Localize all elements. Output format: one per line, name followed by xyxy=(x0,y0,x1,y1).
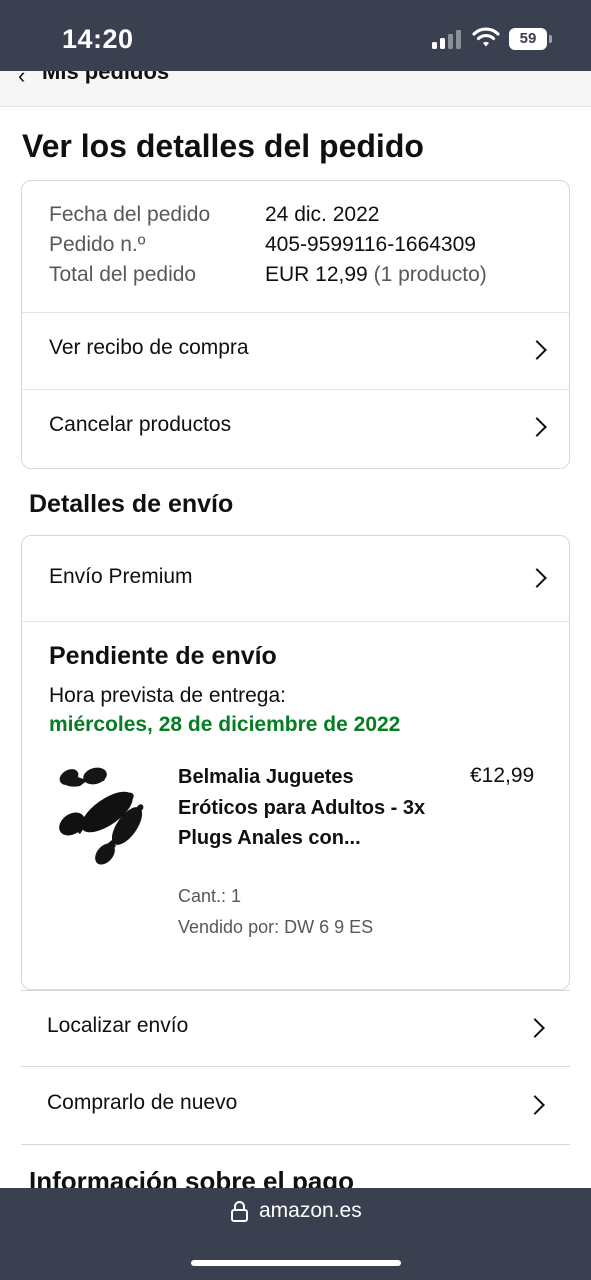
track-shipment-link[interactable]: Localizar envío xyxy=(21,990,570,1067)
product-image[interactable] xyxy=(50,762,155,867)
back-link[interactable]: Mis pedidos xyxy=(42,71,169,85)
shipping-section-title: Detalles de envío xyxy=(29,490,234,518)
order-summary-card: Fecha del pedido 24 dic. 2022 Pedido n.º… xyxy=(21,180,570,469)
cancel-products-label: Cancelar productos xyxy=(49,413,232,436)
product-quantity: Cant.: 1 xyxy=(178,886,242,906)
divider xyxy=(22,621,569,622)
cancel-products-link[interactable]: Cancelar productos xyxy=(22,389,569,468)
home-indicator[interactable] xyxy=(191,1260,401,1266)
battery-indicator: 59 xyxy=(509,28,547,50)
clock: 14:20 xyxy=(62,24,134,54)
order-total-row: Total del pedido EUR 12,99 (1 producto) xyxy=(49,263,487,287)
status-bar: 14:20 59 xyxy=(0,0,591,71)
buy-again-link[interactable]: Comprarlo de nuevo xyxy=(21,1068,570,1145)
order-number-value: 405-9599116-1664309 xyxy=(265,233,476,256)
order-date-label: Fecha del pedido xyxy=(49,203,211,226)
wifi-icon xyxy=(472,27,500,47)
chevron-right-icon xyxy=(525,1095,545,1115)
order-date-value: 24 dic. 2022 xyxy=(265,203,380,226)
shipping-method-link[interactable]: Envío Premium xyxy=(22,536,569,621)
delivery-estimate-label: Hora prevista de entrega: xyxy=(49,684,286,707)
lock-icon xyxy=(231,1201,248,1222)
shipment-status-title: Pendiente de envío xyxy=(49,642,277,670)
order-total-amount: EUR 12,99 xyxy=(265,263,368,286)
shipping-card: Envío Premium Pendiente de envío Hora pr… xyxy=(21,535,570,990)
order-number-row: Pedido n.º 405-9599116-1664309 xyxy=(49,233,476,257)
battery-tip xyxy=(549,35,552,43)
product-price: €12,99 xyxy=(470,764,535,787)
shipping-method-label: Envío Premium xyxy=(49,565,193,588)
order-total-label: Total del pedido xyxy=(49,263,197,286)
chevron-left-icon: ‹ xyxy=(18,71,26,88)
view-receipt-label: Ver recibo de compra xyxy=(49,336,249,359)
order-item-count: (1 producto) xyxy=(373,263,487,286)
delivery-estimate-date: miércoles, 28 de diciembre de 2022 xyxy=(49,713,401,736)
product-seller: Vendido por: DW 6 9 ES xyxy=(178,917,374,937)
back-navigation[interactable]: ‹ Mis pedidos xyxy=(0,71,591,107)
chevron-right-icon xyxy=(527,417,547,437)
url-text[interactable]: amazon.es xyxy=(259,1199,362,1223)
order-number-label: Pedido n.º xyxy=(49,233,146,256)
track-shipment-label: Localizar envío xyxy=(47,1014,189,1037)
order-total-value: EUR 12,99 (1 producto) xyxy=(265,263,487,287)
order-date-row: Fecha del pedido 24 dic. 2022 xyxy=(49,203,379,227)
chevron-right-icon xyxy=(527,340,547,360)
buy-again-label: Comprarlo de nuevo xyxy=(47,1091,238,1114)
view-receipt-link[interactable]: Ver recibo de compra xyxy=(22,312,569,389)
page-title: Ver los detalles del pedido xyxy=(22,128,424,164)
product-title-link[interactable]: Belmalia Juguetes Eróticos para Adultos … xyxy=(178,762,428,854)
chevron-right-icon xyxy=(527,568,547,588)
cellular-signal-icon xyxy=(432,30,462,49)
chevron-right-icon xyxy=(525,1018,545,1038)
